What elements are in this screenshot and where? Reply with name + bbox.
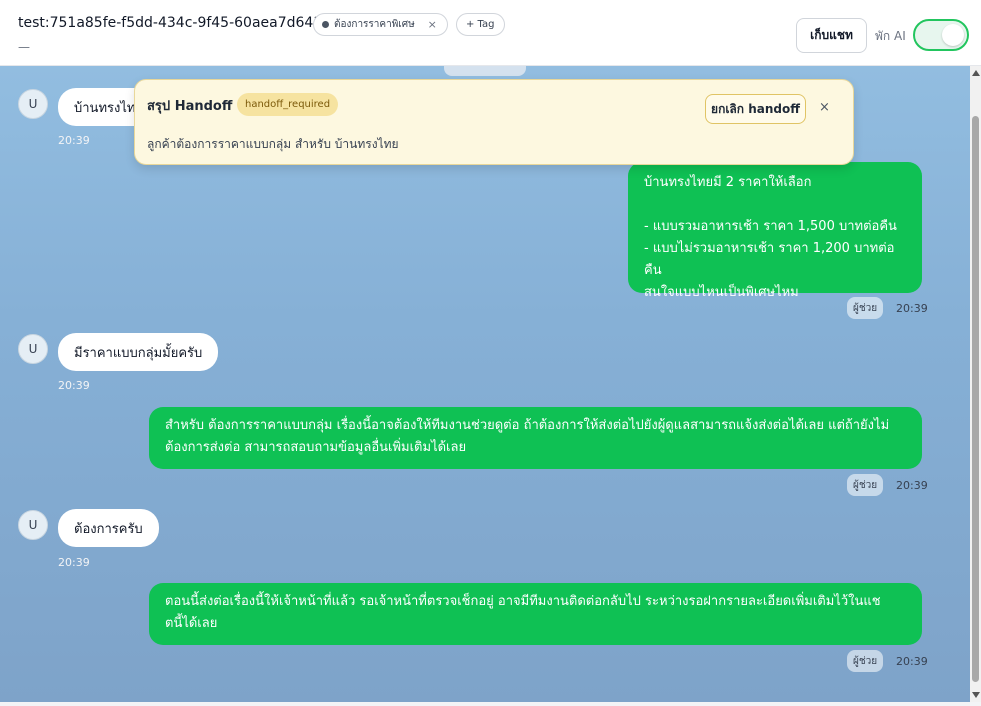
handoff-status-badge: handoff_required bbox=[237, 93, 339, 116]
tag-dot-icon bbox=[322, 21, 329, 28]
assistant-message: สำหรับ ต้องการราคาแบบกลุ่ม เรื่องนี้อาจต… bbox=[149, 407, 922, 469]
user-message: ต้องการครับ bbox=[58, 509, 159, 547]
add-tag-button[interactable]: + Tag bbox=[456, 13, 505, 36]
scrollbar-thumb[interactable] bbox=[972, 116, 979, 682]
cancel-handoff-button[interactable]: ยกเลิก handoff bbox=[705, 94, 806, 124]
load-more-handle[interactable] bbox=[444, 66, 526, 76]
conversation-header: test:751a85fe-f5dd-434c-9f45-60aea7d6432… bbox=[0, 0, 981, 66]
message-line: ต้องการส่งต่อ สามารถสอบถามข้อมูลอื่นเพิ่… bbox=[165, 440, 467, 455]
message-line bbox=[644, 194, 906, 216]
message-line: ตอนนี้ส่งต่อเรื่องนี้ให้เจ้าหน้าที่แล้ว … bbox=[165, 594, 881, 609]
close-icon[interactable]: × bbox=[819, 100, 830, 115]
assistant-badge: ผู้ช่วย bbox=[847, 297, 884, 319]
handoff-summary-text: ลูกค้าต้องการราคาแบบกลุ่ม สำหรับ บ้านทรง… bbox=[147, 137, 399, 151]
scroll-down-icon[interactable] bbox=[972, 692, 980, 698]
message-time: 20:39 bbox=[58, 556, 90, 569]
assistant-badge: ผู้ช่วย bbox=[847, 650, 884, 672]
composer-edge bbox=[0, 702, 981, 706]
ai-pause-label: พัก AI bbox=[875, 29, 906, 43]
keep-chat-button[interactable]: เก็บแชท bbox=[796, 18, 867, 53]
chat-scrollbar[interactable] bbox=[970, 66, 981, 702]
conversation-id: test:751a85fe-f5dd-434c-9f45-60aea7d6432… bbox=[18, 15, 340, 31]
message-time: 20:39 bbox=[896, 655, 928, 668]
user-avatar: U bbox=[18, 89, 48, 119]
message-line: - แบบไม่รวมอาหารเช้า ราคา 1,200 บาทต่อคื… bbox=[644, 241, 895, 278]
toggle-knob bbox=[942, 24, 964, 46]
ai-pause-toggle[interactable] bbox=[913, 19, 969, 51]
message-line: ตนี้ได้เลย bbox=[165, 616, 218, 631]
assistant-message: ตอนนี้ส่งต่อเรื่องนี้ให้เจ้าหน้าที่แล้ว … bbox=[149, 583, 922, 645]
user-avatar: U bbox=[18, 334, 48, 364]
message-time: 20:39 bbox=[896, 479, 928, 492]
message-time: 20:39 bbox=[896, 302, 928, 315]
tag-remove-icon[interactable]: × bbox=[428, 18, 437, 31]
message-time: 20:39 bbox=[58, 134, 90, 147]
tag-chip[interactable]: ต้องการราคาพิเศษ × bbox=[313, 13, 448, 36]
scroll-up-icon[interactable] bbox=[972, 70, 980, 76]
tag-label: ต้องการราคาพิเศษ bbox=[334, 19, 415, 30]
message-line: - แบบรวมอาหารเช้า ราคา 1,500 บาทต่อคืน bbox=[644, 219, 897, 234]
conversation-subtitle: — bbox=[18, 40, 30, 54]
message-line: บ้านทรงไทยมี 2 ราคาให้เลือก bbox=[644, 175, 812, 190]
handoff-summary-card: สรุป Handoff handoff_required ยกเลิก han… bbox=[134, 79, 854, 165]
message-line: สำหรับ ต้องการราคาแบบกลุ่ม เรื่องนี้อาจต… bbox=[165, 418, 890, 433]
handoff-title: สรุป Handoff bbox=[147, 99, 233, 114]
message-time: 20:39 bbox=[58, 379, 90, 392]
user-message: มีราคาแบบกลุ่มมั้ยครับ bbox=[58, 333, 219, 371]
assistant-message: บ้านทรงไทยมี 2 ราคาให้เลือก - แบบรวมอาหา… bbox=[628, 162, 922, 300]
user-avatar: U bbox=[18, 510, 48, 540]
assistant-badge: ผู้ช่วย bbox=[847, 474, 884, 496]
